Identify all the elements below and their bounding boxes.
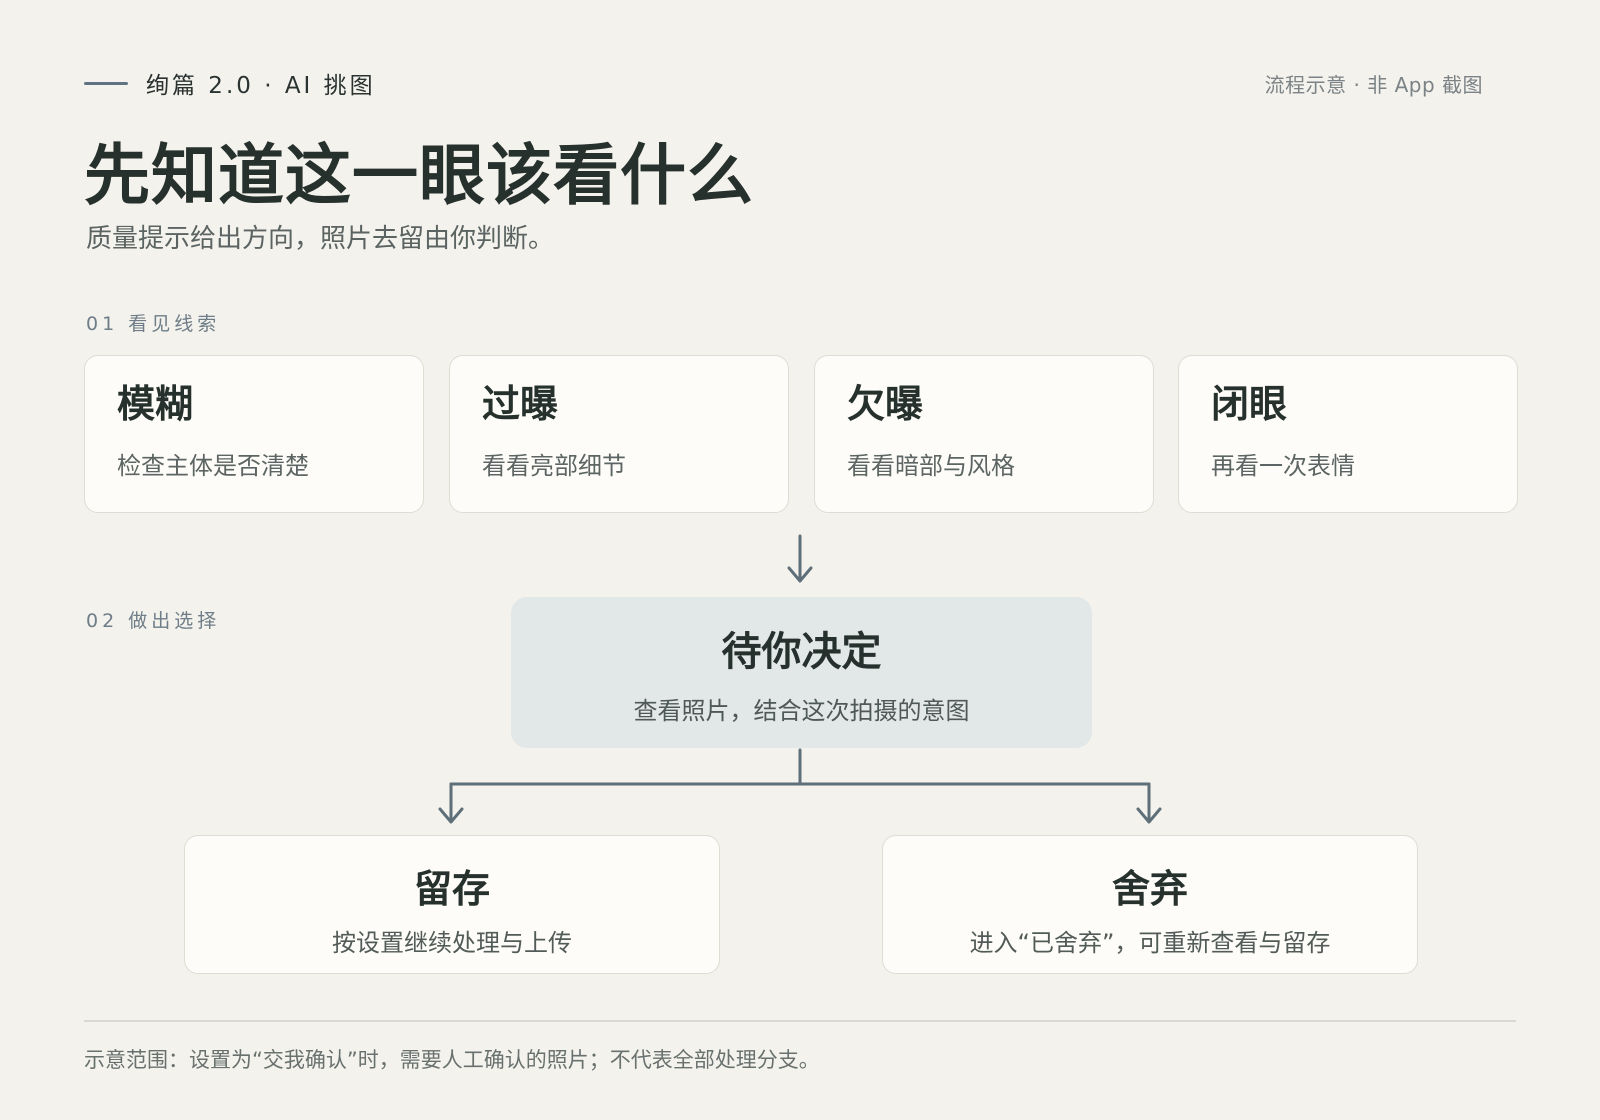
arrow-down-to-discard [1136,782,1162,824]
arrow-down-to-keep [438,782,464,824]
decision-box: 待你决定 查看照片，结合这次拍摄的意图 [511,597,1092,748]
outcome-card-discard: 舍弃 进入“已舍弃”，可重新查看与留存 [882,835,1418,974]
outcome-title: 留存 [413,867,490,911]
footnote: 示意范围：设置为“交我确认”时，需要人工确认的照片；不代表全部处理分支。 [84,1048,820,1072]
decision-desc: 查看照片，结合这次拍摄的意图 [633,697,970,725]
outcome-card-keep: 留存 按设置继续处理与上传 [184,835,720,974]
arrow-down-to-decision [787,534,813,583]
footer-divider [84,1020,1516,1022]
outcome-desc: 进入“已舍弃”，可重新查看与留存 [969,929,1331,957]
outcome-desc: 按设置继续处理与上传 [332,929,572,957]
decision-title: 待你决定 [721,629,882,675]
outcome-title: 舍弃 [1111,867,1188,911]
section-label-choice: 02 做出选择 [86,610,221,632]
